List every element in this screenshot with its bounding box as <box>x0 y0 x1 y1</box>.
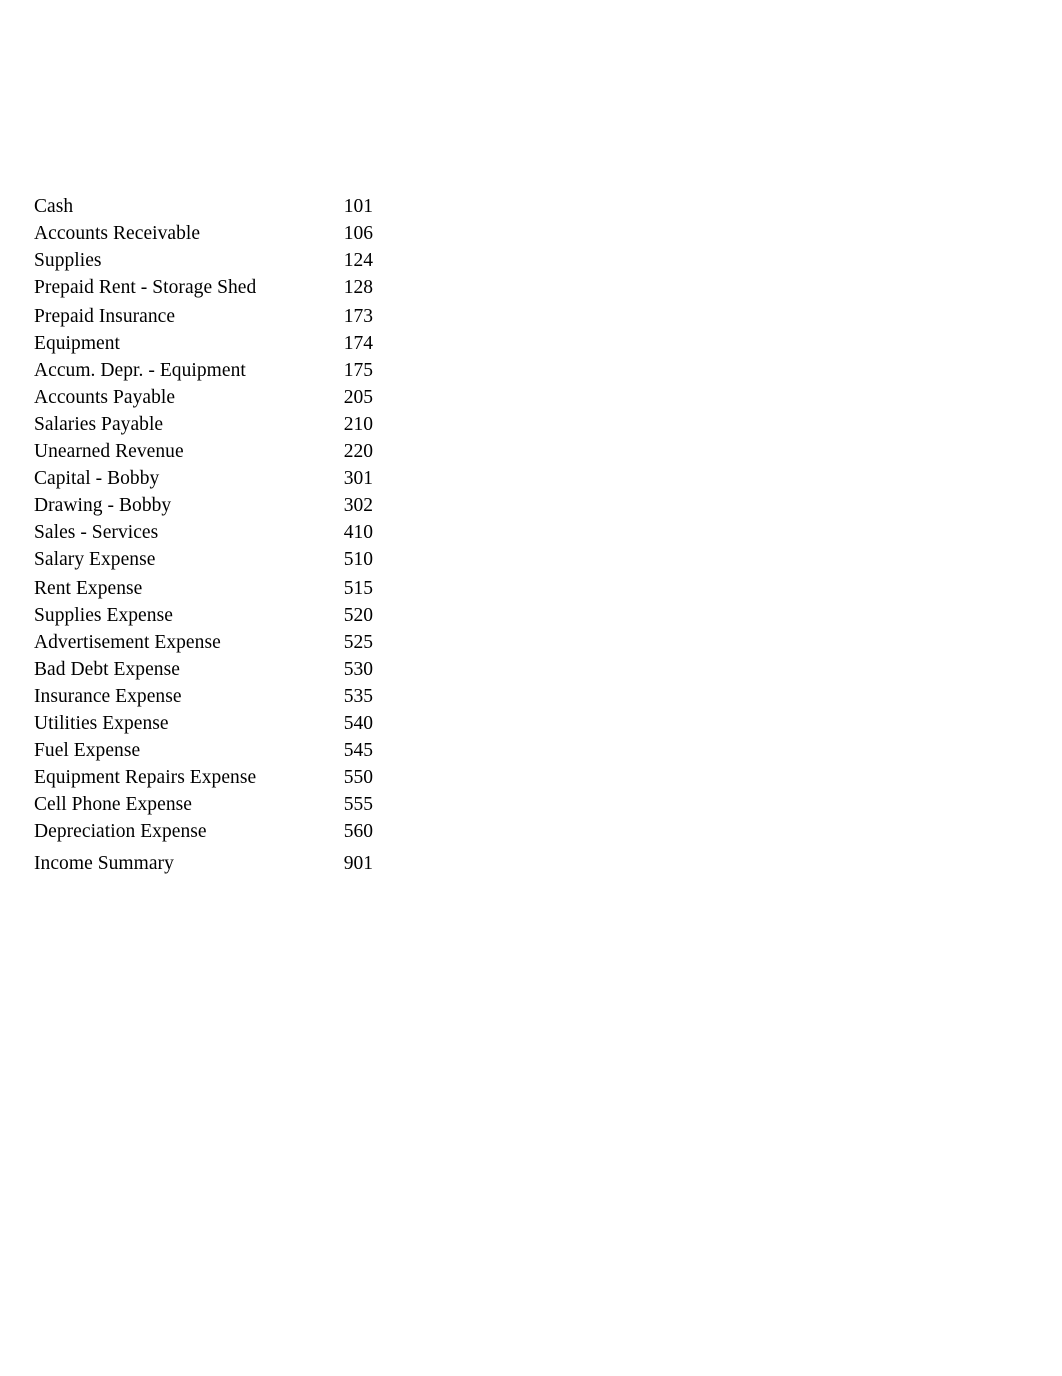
account-row: Insurance Expense 535 <box>34 683 374 710</box>
account-number: 555 <box>343 794 373 815</box>
account-number: 535 <box>343 686 373 707</box>
account-name: Equipment Repairs Expense <box>34 767 257 788</box>
account-number: 520 <box>343 605 373 626</box>
account-number: 540 <box>343 713 373 734</box>
account-number: 545 <box>343 740 373 761</box>
account-name: Cash <box>34 196 74 217</box>
account-number: 302 <box>343 495 373 516</box>
account-name: Cell Phone Expense <box>34 794 192 815</box>
account-number: 410 <box>343 522 373 543</box>
account-row: Advertisement Expense 525 <box>34 629 374 656</box>
account-name: Sales - Services <box>34 522 159 543</box>
account-row: Rent Expense 515 <box>34 575 374 602</box>
account-name: Prepaid Rent - Storage Shed <box>34 277 257 298</box>
account-row: Drawing - Bobby 302 <box>34 492 374 519</box>
account-row: Income Summary 901 <box>34 850 374 877</box>
account-row: Accum. Depr. - Equipment 175 <box>34 357 374 384</box>
account-row: Accounts Receivable 106 <box>34 220 374 247</box>
account-row: Capital - Bobby 301 <box>34 465 374 492</box>
account-row: Salaries Payable 210 <box>34 411 374 438</box>
account-row: Supplies 124 <box>34 247 374 274</box>
account-number: 301 <box>343 468 373 489</box>
account-row: Depreciation Expense 560 <box>34 818 374 845</box>
account-number: 515 <box>343 578 373 599</box>
account-number: 174 <box>343 333 373 354</box>
account-name: Salaries Payable <box>34 414 164 435</box>
account-row: Cash 101 <box>34 193 374 220</box>
account-name: Utilities Expense <box>34 713 169 734</box>
account-name: Bad Debt Expense <box>34 659 180 680</box>
account-name: Fuel Expense <box>34 740 141 761</box>
account-number: 124 <box>343 250 373 271</box>
account-name: Salary Expense <box>34 549 156 570</box>
document-page: Cash 101 Accounts Receivable 106 Supplies 124… <box>0 0 1062 1376</box>
account-number: 175 <box>343 360 373 381</box>
account-row: Equipment 174 <box>34 330 374 357</box>
account-number: 525 <box>343 632 373 653</box>
account-row: Cell Phone Expense 555 <box>34 791 374 818</box>
account-number: 510 <box>343 549 373 570</box>
account-row: Prepaid Insurance 173 <box>34 303 374 330</box>
account-number: 530 <box>343 659 373 680</box>
account-row: Prepaid Rent - Storage Shed 128 <box>34 274 374 301</box>
account-name: Equipment <box>34 333 121 354</box>
account-name: Insurance Expense <box>34 686 182 707</box>
account-row: Bad Debt Expense 530 <box>34 656 374 683</box>
account-number: 106 <box>343 223 373 244</box>
account-name: Accum. Depr. - Equipment <box>34 360 246 381</box>
account-name: Income Summary <box>34 853 174 874</box>
account-number: 101 <box>343 196 373 217</box>
account-number: 210 <box>343 414 373 435</box>
account-row: Fuel Expense 545 <box>34 737 374 764</box>
account-list: Cash 101 Accounts Receivable 106 Supplies 124… <box>34 193 374 877</box>
account-name: Supplies Expense <box>34 605 173 626</box>
account-name: Accounts Payable <box>34 387 176 408</box>
account-number: 128 <box>343 277 373 298</box>
account-number: 205 <box>343 387 373 408</box>
account-number: 560 <box>343 821 373 842</box>
account-name: Rent Expense <box>34 578 143 599</box>
account-name: Advertisement Expense <box>34 632 221 653</box>
account-number: 550 <box>343 767 373 788</box>
account-number: 173 <box>343 306 373 327</box>
account-number: 220 <box>343 441 373 462</box>
account-row: Utilities Expense 540 <box>34 710 374 737</box>
account-number: 901 <box>343 853 373 874</box>
account-row: Salary Expense 510 <box>34 546 374 573</box>
account-name: Capital - Bobby <box>34 468 160 489</box>
account-name: Unearned Revenue <box>34 441 184 462</box>
account-row: Sales - Services 410 <box>34 519 374 546</box>
account-name: Accounts Receivable <box>34 223 201 244</box>
account-row: Supplies Expense 520 <box>34 602 374 629</box>
account-name: Depreciation Expense <box>34 821 207 842</box>
account-row: Equipment Repairs Expense 550 <box>34 764 374 791</box>
account-name: Supplies <box>34 250 102 271</box>
account-name: Drawing - Bobby <box>34 495 172 516</box>
account-name: Prepaid Insurance <box>34 306 176 327</box>
account-row: Accounts Payable 205 <box>34 384 374 411</box>
account-row: Unearned Revenue 220 <box>34 438 374 465</box>
